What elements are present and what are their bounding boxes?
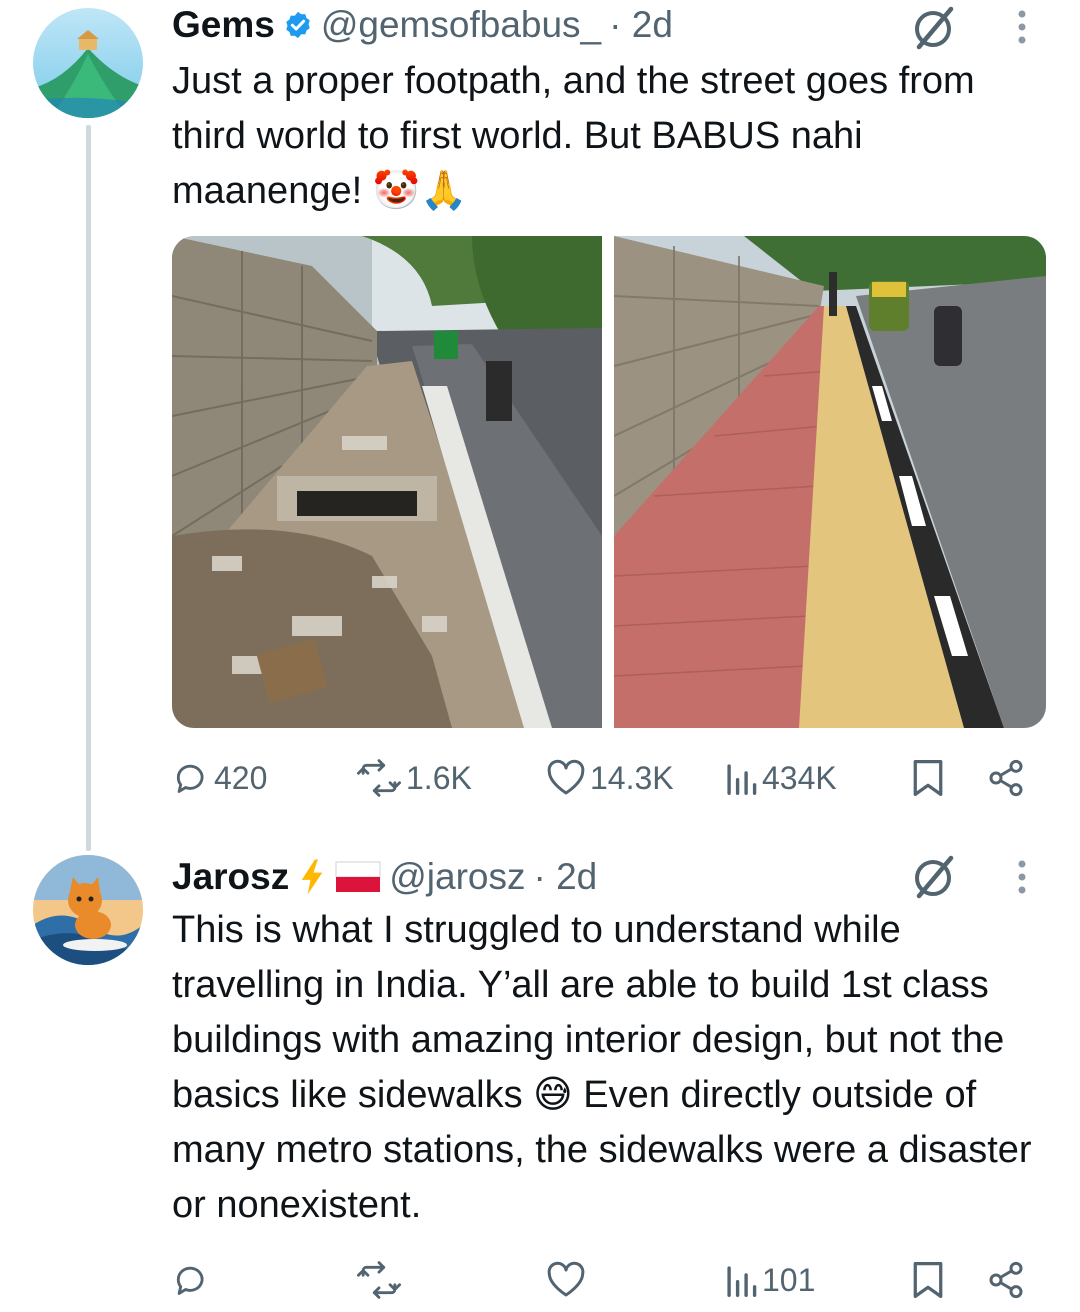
jarosz-avatar[interactable] — [33, 855, 143, 965]
reply-icon — [176, 764, 204, 793]
reply-button[interactable] — [172, 1255, 214, 1305]
like-button[interactable]: 14.3K — [546, 753, 674, 803]
share-button[interactable] — [986, 1255, 1026, 1305]
reply-count: 420 — [214, 759, 268, 796]
repost-button[interactable]: 1.6K — [356, 753, 472, 803]
views-icon — [727, 764, 757, 795]
thread-connector-line — [86, 125, 91, 851]
author-name[interactable]: Gems — [172, 4, 275, 46]
repost-count: 1.6K — [406, 759, 472, 796]
tweet-text: Just a proper footpath, and the street g… — [172, 60, 975, 212]
grok-icon[interactable] — [907, 851, 959, 903]
share-button[interactable] — [986, 753, 1026, 803]
before-garbage-footpath-photo[interactable] — [172, 236, 602, 728]
bookmark-button[interactable] — [911, 1255, 945, 1305]
tweet-header: Gems @gemsofbabus_ · 2d — [172, 0, 673, 53]
tweet-header: Jarosz @jarosz · 2d — [172, 849, 597, 905]
like-button[interactable] — [546, 1255, 590, 1305]
views-icon — [727, 1266, 757, 1297]
share-icon — [989, 1261, 1023, 1299]
like-count: 14.3K — [590, 759, 674, 796]
tweet-action-bar: 420 1.6K 14.3K 434K — [172, 753, 1032, 803]
bookmark-icon — [913, 760, 943, 796]
more-options-icon[interactable] — [1010, 8, 1034, 48]
tweet-time[interactable]: · 2d — [609, 4, 673, 46]
poland-flag-icon — [335, 861, 381, 893]
reply-icon — [176, 1266, 204, 1295]
gems-avatar[interactable] — [33, 8, 143, 118]
verified-badge-icon — [283, 10, 313, 40]
view-count: 434K — [762, 759, 837, 796]
tweet-time[interactable]: · 2d — [534, 856, 598, 898]
lightning-icon — [297, 858, 327, 896]
author-handle[interactable]: @gemsofbabus_ — [321, 4, 601, 46]
author-name[interactable]: Jarosz — [172, 856, 289, 898]
tweet-media[interactable] — [172, 236, 1046, 728]
avatar-image — [33, 855, 143, 965]
view-count: 101 — [762, 1261, 816, 1298]
more-options-icon[interactable] — [1010, 858, 1034, 898]
after-paved-footpath-photo[interactable] — [614, 236, 1046, 728]
heart-icon — [547, 759, 585, 795]
tweet-text: This is what I struggled to understand w… — [172, 909, 1032, 1226]
repost-button[interactable] — [356, 1255, 406, 1305]
repost-icon — [356, 1261, 402, 1299]
avatar-image — [33, 8, 143, 118]
author-handle[interactable]: @jarosz — [389, 856, 525, 898]
reply-button[interactable]: 420 — [172, 753, 267, 803]
share-icon — [989, 759, 1023, 797]
bookmark-button[interactable] — [911, 753, 945, 803]
tweet-action-bar: 101 — [172, 1255, 1032, 1305]
repost-icon — [356, 759, 402, 797]
grok-icon[interactable] — [907, 2, 959, 54]
views-button[interactable]: 101 — [724, 1255, 815, 1305]
heart-icon — [547, 1261, 585, 1297]
views-button[interactable]: 434K — [724, 753, 837, 803]
bookmark-icon — [913, 1262, 943, 1298]
